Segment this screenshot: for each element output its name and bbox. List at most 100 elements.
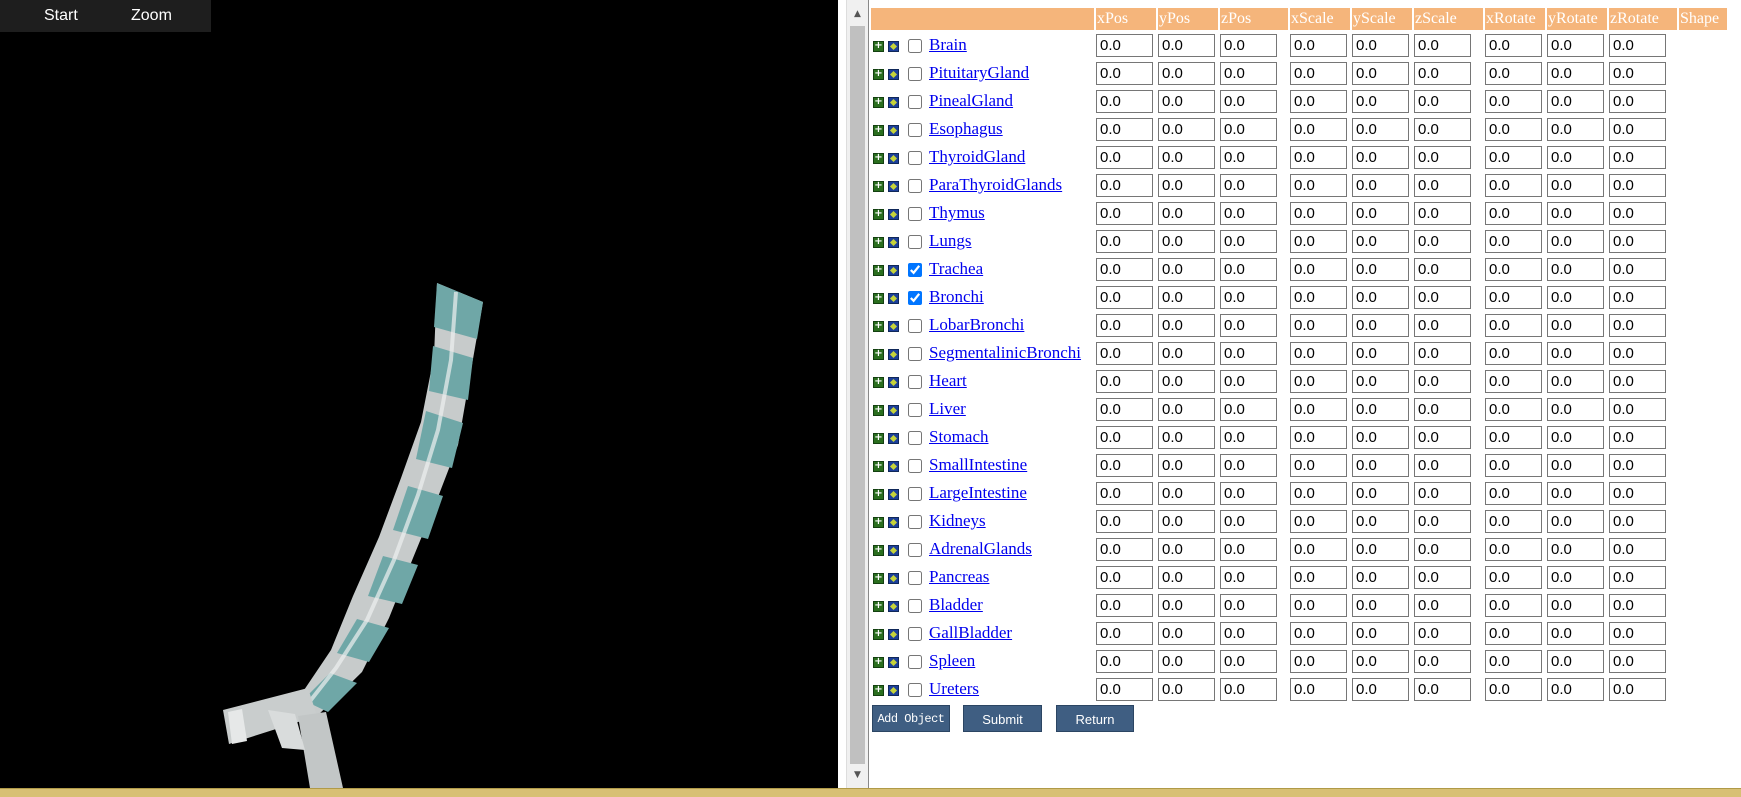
visibility-checkbox[interactable]: [908, 403, 922, 417]
transform-field[interactable]: [1352, 566, 1409, 589]
transform-field[interactable]: [1485, 426, 1542, 449]
edit-icon[interactable]: [888, 349, 899, 360]
transform-field[interactable]: [1290, 342, 1347, 365]
transform-field[interactable]: [1096, 650, 1153, 673]
transform-field[interactable]: [1547, 202, 1604, 225]
visibility-checkbox[interactable]: [908, 347, 922, 361]
transform-field[interactable]: [1609, 482, 1666, 505]
transform-field[interactable]: [1290, 538, 1347, 561]
transform-field[interactable]: [1220, 482, 1277, 505]
transform-field[interactable]: [1414, 146, 1471, 169]
visibility-checkbox[interactable]: [908, 319, 922, 333]
expand-icon[interactable]: +: [873, 349, 884, 360]
transform-field[interactable]: [1547, 538, 1604, 561]
object-name-link[interactable]: AdrenalGlands: [929, 539, 1032, 559]
transform-field[interactable]: [1352, 202, 1409, 225]
transform-field[interactable]: [1220, 538, 1277, 561]
transform-field[interactable]: [1096, 622, 1153, 645]
transform-field[interactable]: [1414, 118, 1471, 141]
transform-field[interactable]: [1158, 202, 1215, 225]
transform-field[interactable]: [1220, 510, 1277, 533]
expand-icon[interactable]: +: [873, 209, 884, 220]
expand-icon[interactable]: +: [873, 293, 884, 304]
transform-field[interactable]: [1547, 34, 1604, 57]
expand-icon[interactable]: +: [873, 69, 884, 80]
transform-field[interactable]: [1096, 258, 1153, 281]
visibility-checkbox[interactable]: [908, 655, 922, 669]
transform-field[interactable]: [1414, 62, 1471, 85]
expand-icon[interactable]: +: [873, 181, 884, 192]
visibility-checkbox[interactable]: [908, 67, 922, 81]
transform-field[interactable]: [1414, 202, 1471, 225]
transform-field[interactable]: [1096, 594, 1153, 617]
transform-field[interactable]: [1158, 286, 1215, 309]
transform-field[interactable]: [1290, 258, 1347, 281]
transform-field[interactable]: [1609, 90, 1666, 113]
transform-field[interactable]: [1485, 510, 1542, 533]
transform-field[interactable]: [1547, 650, 1604, 673]
transform-field[interactable]: [1609, 118, 1666, 141]
transform-field[interactable]: [1485, 174, 1542, 197]
object-name-link[interactable]: ThyroidGland: [929, 147, 1025, 167]
transform-field[interactable]: [1485, 622, 1542, 645]
transform-field[interactable]: [1414, 538, 1471, 561]
visibility-checkbox[interactable]: [908, 487, 922, 501]
transform-field[interactable]: [1096, 62, 1153, 85]
transform-field[interactable]: [1158, 678, 1215, 701]
transform-field[interactable]: [1096, 146, 1153, 169]
transform-field[interactable]: [1547, 90, 1604, 113]
transform-field[interactable]: [1158, 398, 1215, 421]
transform-field[interactable]: [1547, 258, 1604, 281]
expand-icon[interactable]: +: [873, 97, 884, 108]
transform-field[interactable]: [1290, 314, 1347, 337]
transform-field[interactable]: [1220, 230, 1277, 253]
edit-icon[interactable]: [888, 377, 899, 388]
transform-field[interactable]: [1220, 426, 1277, 449]
edit-icon[interactable]: [888, 125, 899, 136]
object-name-link[interactable]: SmallIntestine: [929, 455, 1027, 475]
visibility-checkbox[interactable]: [908, 627, 922, 641]
transform-field[interactable]: [1485, 90, 1542, 113]
expand-icon[interactable]: +: [873, 125, 884, 136]
transform-field[interactable]: [1414, 482, 1471, 505]
transform-field[interactable]: [1547, 370, 1604, 393]
object-name-link[interactable]: Pancreas: [929, 567, 989, 587]
transform-field[interactable]: [1220, 650, 1277, 673]
transform-field[interactable]: [1414, 454, 1471, 477]
transform-field[interactable]: [1352, 34, 1409, 57]
transform-field[interactable]: [1352, 90, 1409, 113]
transform-field[interactable]: [1096, 34, 1153, 57]
transform-field[interactable]: [1096, 314, 1153, 337]
transform-field[interactable]: [1547, 622, 1604, 645]
transform-field[interactable]: [1547, 482, 1604, 505]
object-name-link[interactable]: Ureters: [929, 679, 979, 699]
edit-icon[interactable]: [888, 657, 899, 668]
transform-field[interactable]: [1352, 510, 1409, 533]
transform-field[interactable]: [1414, 314, 1471, 337]
transform-field[interactable]: [1485, 286, 1542, 309]
expand-icon[interactable]: +: [873, 629, 884, 640]
transform-field[interactable]: [1290, 650, 1347, 673]
transform-field[interactable]: [1414, 258, 1471, 281]
expand-icon[interactable]: +: [873, 377, 884, 388]
transform-field[interactable]: [1609, 314, 1666, 337]
expand-icon[interactable]: +: [873, 545, 884, 556]
transform-field[interactable]: [1290, 510, 1347, 533]
transform-field[interactable]: [1220, 146, 1277, 169]
transform-field[interactable]: [1414, 90, 1471, 113]
visibility-checkbox[interactable]: [908, 431, 922, 445]
transform-field[interactable]: [1485, 202, 1542, 225]
transform-field[interactable]: [1220, 678, 1277, 701]
transform-field[interactable]: [1609, 454, 1666, 477]
transform-field[interactable]: [1609, 174, 1666, 197]
transform-field[interactable]: [1485, 650, 1542, 673]
transform-field[interactable]: [1096, 426, 1153, 449]
transform-field[interactable]: [1414, 594, 1471, 617]
transform-field[interactable]: [1158, 538, 1215, 561]
transform-field[interactable]: [1485, 34, 1542, 57]
transform-field[interactable]: [1352, 62, 1409, 85]
transform-field[interactable]: [1609, 342, 1666, 365]
visibility-checkbox[interactable]: [908, 39, 922, 53]
transform-field[interactable]: [1096, 90, 1153, 113]
visibility-checkbox[interactable]: [908, 207, 922, 221]
